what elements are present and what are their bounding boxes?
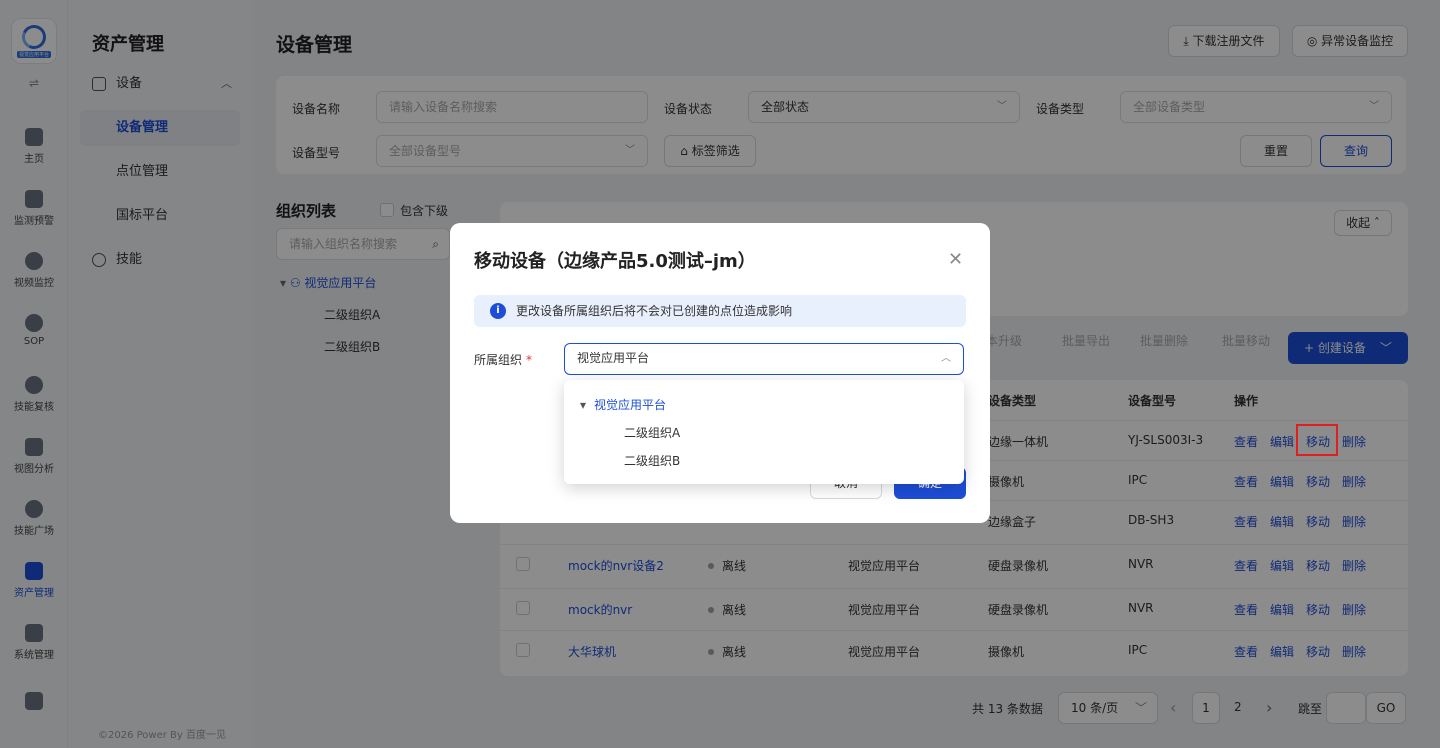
dropdown-child-a[interactable]: 二级组织A <box>624 424 680 441</box>
info-notice: i 更改设备所属组织后将不会对已创建的点位造成影响 <box>474 295 966 327</box>
required-marker: * <box>526 353 533 367</box>
org-field-label: 所属组织 * <box>474 351 532 368</box>
org-select[interactable]: 视觉应用平台 ︿ <box>564 343 964 375</box>
chevron-up-icon: ︿ <box>941 353 951 364</box>
info-icon: i <box>490 303 506 319</box>
dropdown-root-item[interactable]: ▾ 视觉应用平台 <box>580 396 666 413</box>
notice-text: 更改设备所属组织后将不会对已创建的点位造成影响 <box>516 304 793 318</box>
move-action-highlight <box>1296 424 1338 456</box>
dropdown-root-label: 视觉应用平台 <box>594 398 667 412</box>
org-select-value: 视觉应用平台 <box>577 351 650 365</box>
caret-down-icon: ▾ <box>580 398 587 412</box>
dropdown-child-b[interactable]: 二级组织B <box>624 452 680 469</box>
org-label-text: 所属组织 <box>474 353 523 367</box>
org-dropdown: ▾ 视觉应用平台 二级组织A 二级组织B <box>564 380 964 484</box>
close-icon[interactable]: ✕ <box>948 249 963 270</box>
modal-title: 移动设备（边缘产品5.0测试–jm） <box>474 251 756 272</box>
